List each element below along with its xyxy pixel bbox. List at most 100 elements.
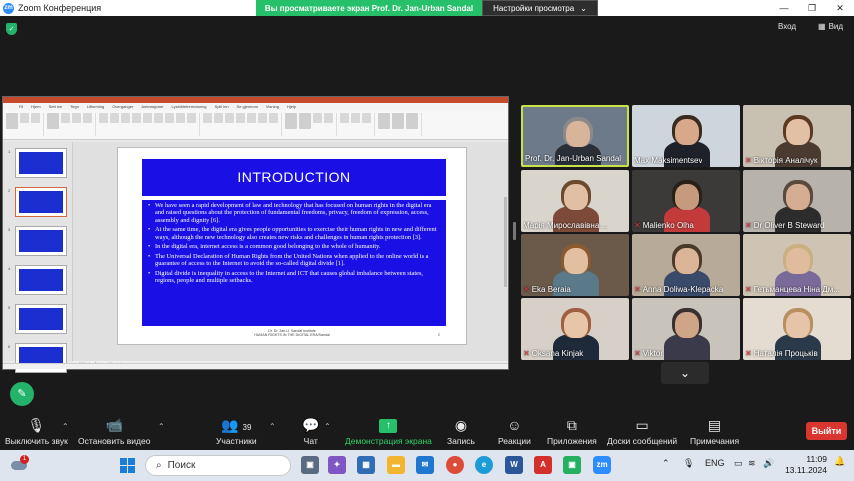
participant-video-face [675,184,699,210]
participant-tile[interactable]: ✕ Гетьманцева Ніна Дм... [743,234,851,296]
participant-tile[interactable]: Prof. Dr. Jan-Urban Sandal [521,105,629,167]
participant-video-face [675,312,699,338]
apps-icon: ⧉ [566,417,577,433]
participant-tile[interactable]: Max Maksimentsev [632,105,740,167]
current-slide[interactable]: INTRODUCTION We have seen a rapid develo… [117,147,467,345]
microphone-icon: 🎙 [27,417,46,433]
notifications-bell-icon[interactable]: 🔔 [834,456,845,467]
participant-tile[interactable]: ✕ Viktor [632,298,740,360]
clock-time: 11:09 [806,454,827,464]
reactions-button[interactable]: ☺ Реакции [498,416,531,446]
notification-badge: 1 [20,455,29,464]
participant-name-tag: ✕ Наталія Процьків [745,349,818,358]
slide-thumbnail-active[interactable]: 2 [8,187,67,217]
audio-options-caret[interactable]: ⌃ [62,422,69,431]
windows-taskbar: 1 ⌕ Поиск ▣ ✦ ▦ ▬ ✉ ● e W A ▣ zm ⌃ 🎙 ENG… [0,450,854,481]
participant-tile[interactable]: ✕ Eka Beraia [521,234,629,296]
leave-meeting-button[interactable]: Выйти [806,422,847,440]
notes-button[interactable]: ▤ Примечания [690,416,739,446]
mute-button[interactable]: 🎙 Выключить звук [5,416,68,446]
window-title: Zoom Конференция [18,3,102,13]
participant-name-tag: ✕ Dr Oliver B Steward [745,221,824,230]
participants-button[interactable]: 👥 39 Участники [216,416,257,446]
participant-name-tag: Марія Мирославівна ... [523,221,608,230]
participants-options-caret[interactable]: ⌃ [269,422,276,431]
participant-tile[interactable]: ✕ Anna Doliwa-Klepacka [632,234,740,296]
view-options-button[interactable]: Настройки просмотра ⌄ [482,0,598,16]
mail-icon[interactable]: ✉ [416,456,434,474]
slide-thumbnails: 1 2 3 4 5 6 [3,142,73,373]
slide-bullet: Digital divide is inequality in access t… [147,270,441,285]
display-icon[interactable]: ▭ [734,458,743,469]
tray-overflow-icon[interactable]: ⌃ [662,458,670,469]
participant-video-face [675,248,699,274]
language-indicator[interactable]: ENG [705,458,725,468]
participant-video-face [786,248,810,274]
panel-splitter[interactable] [513,222,516,240]
chrome-icon[interactable]: ● [446,456,464,474]
vertical-scrollbar[interactable] [504,197,507,287]
calendar-icon[interactable]: ▣ [563,456,581,474]
slide-thumbnail[interactable]: 1 [8,148,67,178]
participant-name-tag: Max Maksimentsev [634,156,702,165]
participant-tile[interactable]: ✕ Вікторія Аналічук [743,105,851,167]
muted-microphone-icon: ✕ [634,221,641,230]
search-placeholder: Поиск [167,460,196,471]
participants-label: Участники [216,436,257,446]
participant-video-face [675,119,699,145]
view-options-label: Настройки просмотра [493,3,575,13]
close-button[interactable]: ✕ [826,0,854,16]
zoom-app-icon: zm [3,2,14,14]
share-screen-button[interactable]: ↑ Демонстрация экрана [345,416,432,446]
participant-tile[interactable]: ✕ Dr Oliver B Steward [743,170,851,232]
participant-tile[interactable]: Марія Мирославівна ... [521,170,629,232]
wifi-icon[interactable]: ≋ [748,458,756,469]
participant-video-face [786,184,810,210]
edge-icon[interactable]: e [475,456,493,474]
file-explorer-icon[interactable]: ▬ [387,456,405,474]
annotate-pencil-icon[interactable]: ✎ [10,382,34,406]
view-button[interactable]: ▦ Вид [818,22,843,31]
zoom-taskbar-icon[interactable]: zm [593,456,611,474]
slide-thumbnail[interactable]: 4 [8,265,67,295]
record-button[interactable]: ◉ Запись [447,416,475,446]
presentation-ribbon [3,110,508,140]
muted-microphone-icon: ✕ [634,349,641,358]
weather-widget-icon[interactable]: 1 [11,455,29,473]
muted-microphone-icon: ✕ [523,285,530,294]
video-options-caret[interactable]: ⌃ [158,422,165,431]
muted-microphone-icon: ✕ [745,349,752,358]
enter-button[interactable]: Вход [778,22,796,31]
participant-tile[interactable]: ✕ Наталія Процьків [743,298,851,360]
task-view-icon[interactable]: ▣ [301,456,319,474]
word-icon[interactable]: W [505,456,523,474]
windows-start-icon[interactable] [120,458,135,473]
participant-tile[interactable]: ✕ Oksana Kinjak [521,298,629,360]
slide-editor: INTRODUCTION We have seen a rapid develo… [73,142,508,369]
participants-count: 39 [242,423,252,432]
copilot-icon[interactable]: ✦ [328,456,346,474]
photos-icon[interactable]: ▦ [357,456,375,474]
taskbar-search[interactable]: ⌕ Поиск [145,455,291,476]
muted-microphone-icon: ✕ [745,285,752,294]
volume-icon[interactable]: 🔊 [763,458,774,469]
window-controls: — ❐ ✕ [770,0,854,16]
slide-footer-line: HUMAN RIGHTS IN THE DIGITAL ERA/Sandal [254,333,330,338]
whiteboards-button[interactable]: ▭ Доски сообщений [607,416,677,446]
acrobat-icon[interactable]: A [534,456,552,474]
slide-thumbnail[interactable]: 3 [8,226,67,256]
stop-video-button[interactable]: 📹 Остановить видео [78,416,150,446]
chat-button[interactable]: 💬 Чат [302,416,319,446]
gallery-next-page-button[interactable]: ⌄ [661,362,709,384]
shared-screen[interactable]: Fil Hjem Sett inn Tegn Utforming Overganger An… [2,96,509,373]
slide-thumbnail[interactable]: 5 [8,304,67,334]
restore-button[interactable]: ❐ [798,0,826,16]
participant-tile[interactable]: ✕ Malienko Olha [632,170,740,232]
apps-button[interactable]: ⧉ Приложения [547,416,597,446]
participant-name-tag: ✕ Anna Doliwa-Klepacka [634,285,723,294]
minimize-button[interactable]: — [770,0,798,16]
taskbar-clock[interactable]: 11:09 13.11.2024 [783,454,827,476]
shield-icon[interactable]: ✓ [6,23,17,35]
chat-options-caret[interactable]: ⌃ [324,422,331,431]
microphone-tray-icon[interactable]: 🎙 [683,458,694,469]
